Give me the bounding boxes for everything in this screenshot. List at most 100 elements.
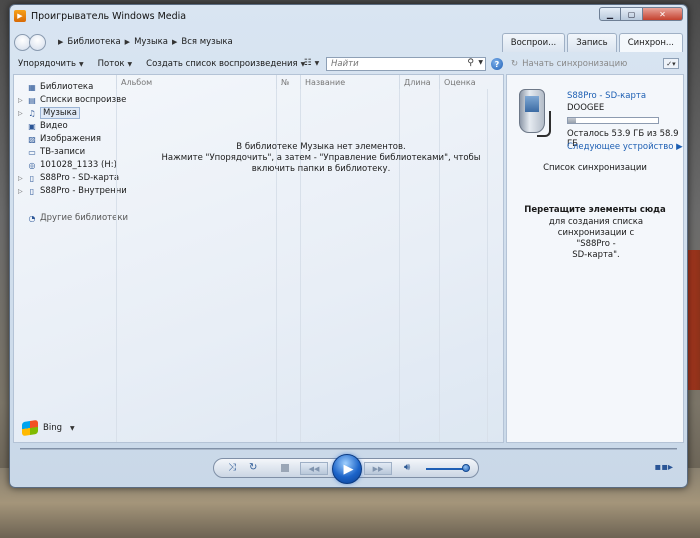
video-icon: ▣ bbox=[28, 121, 36, 131]
sync-list-title: Список синхронизации bbox=[543, 163, 647, 173]
stop-button[interactable] bbox=[281, 464, 289, 472]
stream-label: Поток bbox=[97, 59, 125, 69]
nav-item-library[interactable]: ▦ Библиотека bbox=[18, 81, 93, 93]
close-button[interactable]: ✕ bbox=[643, 7, 683, 21]
chevron-right-icon: ▶ bbox=[124, 38, 131, 46]
windows-flag-icon bbox=[22, 419, 38, 437]
next-button[interactable]: ▶▶ bbox=[364, 462, 392, 475]
transport-controls: ⤨ ↻ ◀◀ ▶ ▶▶ 🔊︎ bbox=[213, 454, 479, 484]
pictures-icon: ▨ bbox=[28, 134, 36, 144]
maximize-button[interactable]: ▢ bbox=[621, 7, 643, 21]
volume-icon[interactable]: 🔊︎ bbox=[404, 462, 410, 473]
chevron-down-icon: ▼ bbox=[314, 59, 320, 67]
seek-bar[interactable] bbox=[20, 448, 677, 450]
library-content: ▦ Библиотека ▷ ▤ Списки воспроизве ▷ ♫ М… bbox=[13, 74, 504, 443]
expand-arrow-icon[interactable]: ▷ bbox=[18, 188, 26, 195]
sync-icon: ↻ bbox=[511, 59, 519, 69]
wmp-app-icon: ▶ bbox=[14, 10, 26, 22]
expand-arrow-icon[interactable]: ▷ bbox=[18, 175, 26, 182]
forward-button[interactable] bbox=[29, 33, 46, 51]
device-model: DOOGEE bbox=[567, 103, 605, 113]
breadcrumb-item-all-music[interactable]: Вся музыка bbox=[181, 37, 232, 47]
repeat-icon[interactable]: ↻ bbox=[249, 462, 257, 473]
column-number[interactable]: № bbox=[276, 75, 300, 89]
device-name[interactable]: S88Pro - SD-карта bbox=[567, 91, 646, 101]
drag-items-title: Перетащите элементы сюда bbox=[524, 205, 666, 215]
nav-item-video[interactable]: ▣ Видео bbox=[18, 120, 67, 132]
chevron-down-icon: ▼ bbox=[79, 60, 84, 68]
nav-item-music[interactable]: ▷ ♫ Музыка bbox=[18, 107, 80, 119]
tab-burn[interactable]: Запись bbox=[567, 33, 617, 52]
wmp-window: ▶ Проигрыватель Windows Media ▁ ▢ ✕ ▶ Би… bbox=[9, 4, 688, 488]
sync-pane: S88Pro - SD-карта DOOGEE Осталось 53.9 Г… bbox=[506, 74, 684, 443]
pane-tabs: Воспрои... Запись Синхрон... bbox=[500, 33, 683, 52]
chevron-right-icon: ▶ bbox=[172, 38, 178, 46]
help-icon[interactable]: ? bbox=[491, 58, 503, 70]
device-icon: ▯ bbox=[29, 186, 35, 196]
breadcrumb-item-library[interactable]: Библиотека bbox=[67, 37, 120, 47]
nav-item-other-libraries[interactable]: ◔ Другие библиотеки bbox=[18, 212, 129, 224]
expand-arrow-icon[interactable]: ▷ bbox=[18, 97, 26, 104]
chevron-right-icon: ▶ bbox=[58, 38, 64, 46]
capacity-bar bbox=[567, 117, 659, 124]
other-libraries-icon: ◔ bbox=[28, 213, 36, 223]
stream-menu[interactable]: Поток ▼ bbox=[98, 59, 133, 69]
minimize-button[interactable]: ▁ bbox=[599, 7, 621, 21]
view-options-icon: ☷ bbox=[304, 58, 312, 68]
volume-slider-track[interactable] bbox=[426, 468, 466, 470]
nav-item-tv[interactable]: ▭ ТВ-записи bbox=[18, 146, 85, 158]
library-toolbar: Упорядочить ▼ Поток ▼ Создать список вос… bbox=[10, 55, 503, 73]
column-title[interactable]: Название bbox=[300, 75, 399, 89]
breadcrumb: ▶ Библиотека ▶ Музыка ▶ Вся музыка bbox=[54, 37, 233, 47]
capacity-bar-fill bbox=[568, 118, 576, 123]
player-controls: ⤨ ↻ ◀◀ ▶ ▶▶ 🔊︎ ▪▪▸ bbox=[10, 445, 687, 487]
nav-item-device-sd[interactable]: ▷ ▯ S88Pro - SD-карта bbox=[18, 172, 119, 184]
column-rating[interactable]: Оценка bbox=[439, 75, 487, 89]
sync-toolbar: ↻ Начать синхронизацию ✓▾ bbox=[507, 55, 685, 73]
device-icon: ▯ bbox=[29, 173, 35, 183]
tv-icon: ▭ bbox=[28, 147, 36, 157]
search-input[interactable] bbox=[331, 59, 461, 69]
nav-item-disc[interactable]: ◎ 101028_1133 (H:) bbox=[18, 159, 117, 171]
column-album[interactable]: Альбом bbox=[116, 75, 276, 89]
nav-item-pictures[interactable]: ▨ Изображения bbox=[18, 133, 101, 145]
nav-item-playlists[interactable]: ▷ ▤ Списки воспроизве bbox=[18, 94, 126, 106]
breadcrumb-item-music[interactable]: Музыка bbox=[134, 37, 168, 47]
organize-label: Упорядочить bbox=[18, 59, 77, 69]
organize-menu[interactable]: Упорядочить ▼ bbox=[18, 59, 84, 69]
nav-item-device-internal[interactable]: ▷ ▯ S88Pro - Внутренни bbox=[18, 185, 127, 197]
volume-slider-thumb[interactable] bbox=[462, 464, 470, 472]
column-headers: Альбом № Название Длина Оценка bbox=[116, 75, 503, 89]
switch-to-now-playing-icon[interactable]: ▪▪▸ bbox=[654, 462, 673, 473]
sync-options-button[interactable]: ✓▾ bbox=[663, 58, 679, 69]
shuffle-icon[interactable]: ⤨ bbox=[228, 462, 236, 473]
chevron-down-icon[interactable]: ▼ bbox=[478, 59, 483, 66]
disc-icon: ◎ bbox=[28, 160, 36, 170]
column-length[interactable]: Длина bbox=[399, 75, 439, 89]
create-playlist-label: Создать список воспроизведения bbox=[146, 59, 298, 69]
previous-button[interactable]: ◀◀ bbox=[300, 462, 328, 475]
track-list: Альбом № Название Длина Оценка В библиот… bbox=[116, 75, 503, 442]
start-sync-button[interactable]: Начать синхронизацию bbox=[522, 59, 627, 69]
music-note-icon: ♫ bbox=[28, 108, 36, 118]
tab-sync[interactable]: Синхрон... bbox=[618, 33, 683, 52]
window-controls: ▁ ▢ ✕ bbox=[599, 7, 683, 21]
empty-library-message: В библиотеке Музыка нет элементов. Нажми… bbox=[161, 142, 481, 174]
playlist-icon: ▤ bbox=[28, 95, 36, 105]
bing-search[interactable]: Bing ▼ bbox=[22, 419, 75, 437]
search-box: ⚲ ▼ bbox=[326, 57, 486, 71]
expand-arrow-icon[interactable]: ▷ bbox=[18, 110, 26, 117]
chevron-down-icon: ▼ bbox=[127, 60, 133, 68]
play-button[interactable]: ▶ bbox=[332, 454, 362, 484]
title-bar[interactable]: ▶ Проигрыватель Windows Media ▁ ▢ ✕ bbox=[10, 5, 687, 27]
chevron-down-icon: ▼ bbox=[69, 424, 75, 432]
tab-play[interactable]: Воспрои... bbox=[501, 33, 566, 52]
bing-label: Bing bbox=[43, 423, 62, 433]
drag-items-description: для создания списка синхронизации с "S88… bbox=[548, 217, 644, 260]
next-device-link[interactable]: Следующее устройство ▶ bbox=[567, 142, 683, 152]
chevron-right-icon: ▶ bbox=[676, 142, 683, 152]
search-icon[interactable]: ⚲ bbox=[467, 58, 474, 68]
view-options-button[interactable]: ☷ ▼ bbox=[304, 58, 319, 68]
create-playlist-menu[interactable]: Создать список воспроизведения ▼ bbox=[146, 59, 305, 69]
navigation-bar: ▶ Библиотека ▶ Музыка ▶ Вся музыка bbox=[14, 31, 505, 53]
